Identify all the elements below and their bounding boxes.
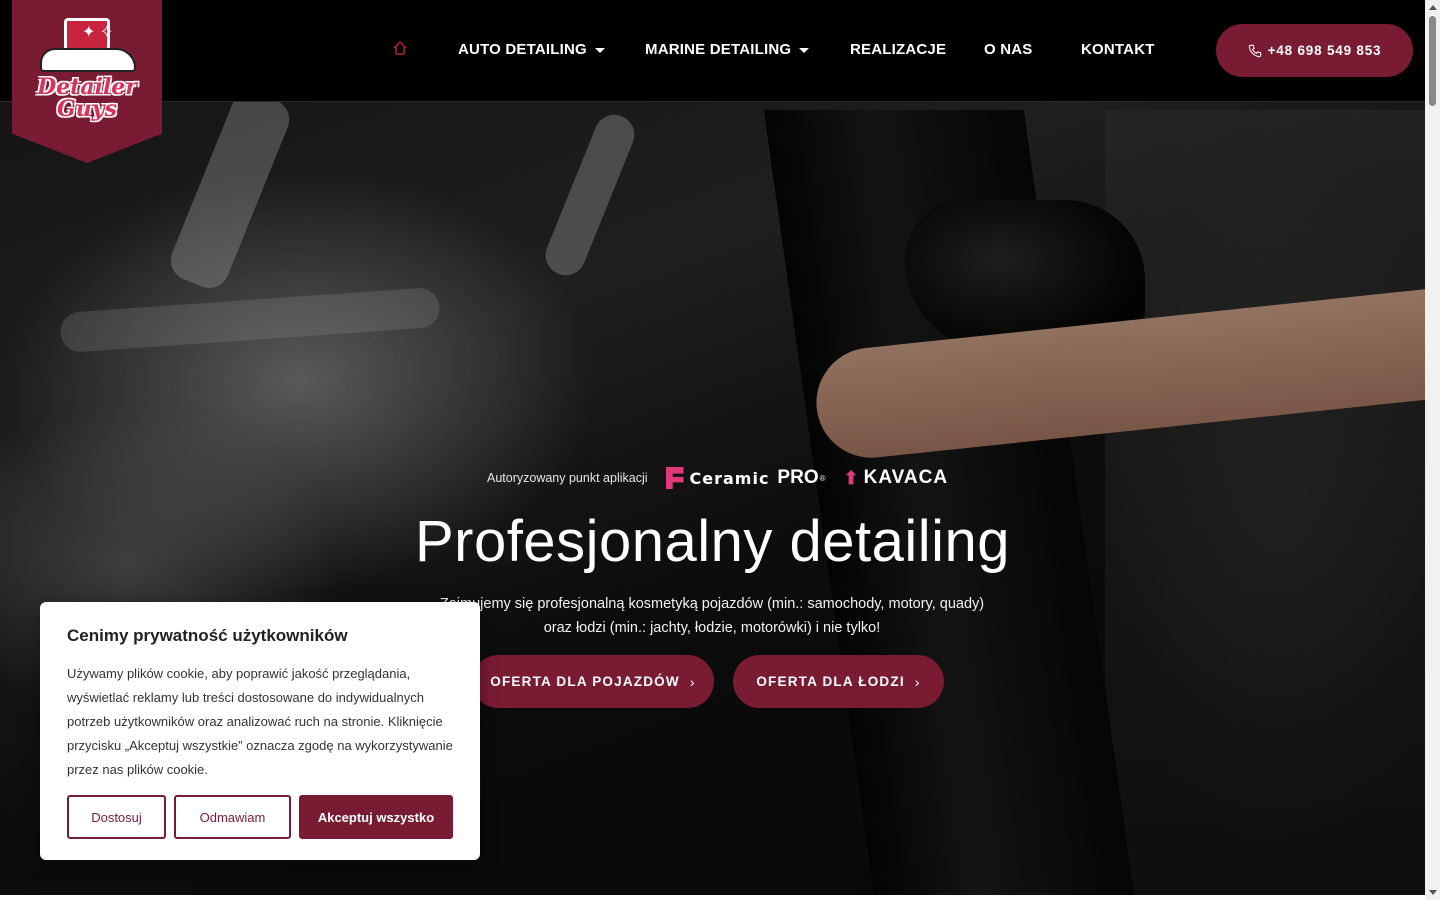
phone-icon	[1248, 44, 1261, 57]
offer-boats-button[interactable]: OFERTA DLA ŁODZI ›	[733, 655, 944, 708]
site-logo[interactable]: ✦ ✧ Detailer Guys	[12, 0, 162, 163]
phone-button[interactable]: +48 698 549 853	[1216, 24, 1413, 77]
scrollbar-thumb[interactable]	[1429, 16, 1436, 106]
cookie-reject-button[interactable]: Odmawiam	[174, 795, 291, 839]
scroll-up-arrow-icon[interactable]	[1429, 5, 1437, 10]
cookie-title: Cenimy prywatność użytkowników	[67, 626, 348, 645]
ceramic-pro-mark-icon	[665, 467, 684, 489]
car-boat-icon	[40, 48, 136, 72]
nav-o-nas[interactable]: O NAS	[984, 41, 1033, 58]
kavaca-logo: ⬆ KAVACA	[843, 467, 949, 488]
nav-marine-detailing[interactable]: MARINE DETAILING	[645, 41, 810, 58]
cookie-customize-button[interactable]: Dostosuj	[67, 795, 166, 839]
nav-kontakt[interactable]: KONTAKT	[1081, 41, 1155, 58]
cookie-body: Używamy plików cookie, aby poprawić jako…	[67, 666, 453, 777]
kavaca-arrow-icon: ⬆	[843, 467, 860, 488]
chevron-down-icon	[594, 47, 605, 53]
site-header: AUTO DETAILING MARINE DETAILING REALIZAC…	[0, 0, 1425, 102]
chevron-right-icon: ›	[914, 673, 921, 690]
cookie-buttons: Dostosuj Odmawiam Akceptuj wszystko	[67, 795, 453, 839]
scroll-down-arrow-icon[interactable]	[1429, 890, 1437, 895]
hero-title: Profesjonalny detailing	[414, 509, 1011, 574]
chevron-down-icon	[799, 47, 810, 53]
chevron-right-icon: ›	[689, 673, 696, 690]
authorized-partners: Autoryzowany punkt aplikacji Ceramic PRO…	[487, 466, 948, 490]
cookie-consent-dialog: Cenimy prywatność użytkowników Używamy p…	[40, 602, 480, 860]
page-bottom-strip	[0, 895, 1425, 900]
offer-vehicles-button[interactable]: OFERTA DLA POJAZDÓW ›	[472, 655, 714, 708]
logo-text: Detailer Guys	[37, 74, 137, 122]
cookie-accept-button[interactable]: Akceptuj wszystko	[299, 795, 453, 839]
sparkle-icon: ✦ ✧	[82, 24, 114, 41]
home-icon[interactable]	[392, 40, 408, 56]
hero-subtitle: Zajmujemy się profesjonalną kosmetyką po…	[439, 596, 985, 636]
nav-auto-detailing[interactable]: AUTO DETAILING	[458, 41, 605, 58]
vertical-scrollbar[interactable]	[1425, 0, 1440, 900]
ceramic-pro-logo: Ceramic PRO ®	[665, 467, 826, 489]
authorized-text: Autoryzowany punkt aplikacji	[487, 471, 648, 485]
nav-realizacje[interactable]: REALIZACJE	[850, 41, 946, 58]
